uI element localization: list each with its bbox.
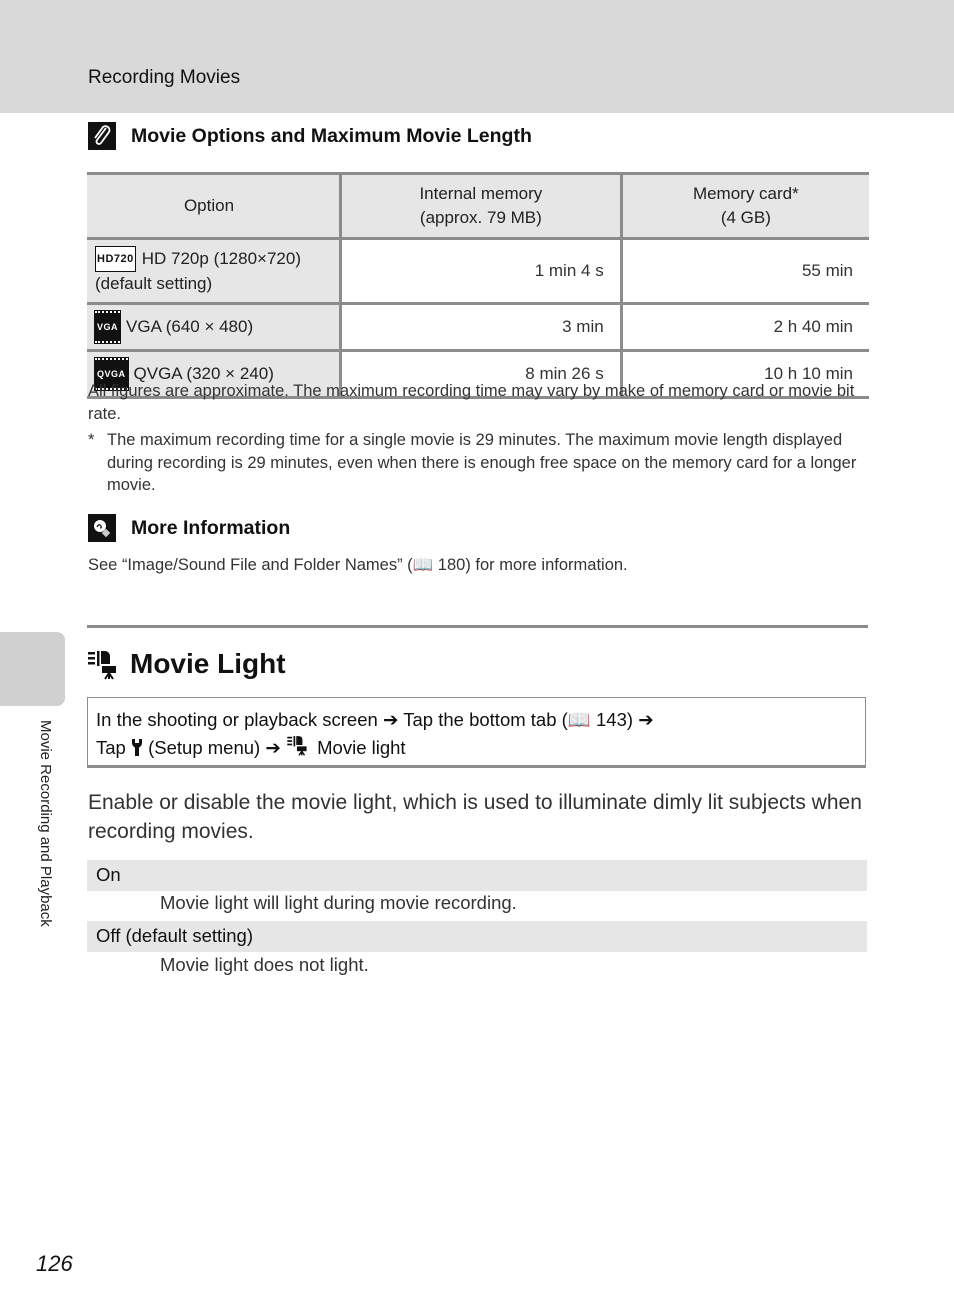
internal-memory-cell: 1 min 4 s [339,237,622,305]
section-title-text: Movie Light [130,648,286,679]
option-desc-on: Movie light will light during movie reco… [160,892,517,913]
movie-options-table: Option Internal memory (approx. 79 MB) M… [87,172,869,399]
header-internal-memory: Internal memory (approx. 79 MB) [339,172,622,240]
memory-card-cell: 2 h 40 min [619,302,869,352]
arrow-right-icon: ➔ [382,709,399,730]
menu-path-line-2: Tap (Setup menu) ➔ Movie light [96,736,406,758]
lightbulb-info-icon [88,514,116,542]
section-title: Movie Light [88,648,286,680]
header-band: Recording Movies [0,0,954,113]
footnote-star: * The maximum recording time for a singl… [88,431,857,494]
option-desc-off: Movie light does not light. [160,954,369,975]
header-memory-card: Memory card* (4 GB) [619,172,869,240]
header-option: Option [87,172,341,240]
arrow-right-icon: ➔ [638,709,654,730]
memory-card-cell: 55 min [619,237,869,305]
chapter-side-tab [0,632,65,706]
vga-film-icon: VGA [93,310,122,344]
page-reference-link[interactable]: 143 [596,709,627,730]
asterisk-mark: * [88,431,95,449]
table-header-row: Option Internal memory (approx. 79 MB) M… [87,172,869,240]
more-info-heading: More Information [88,514,290,542]
note-heading: Movie Options and Maximum Movie Length [88,122,532,150]
option-label-off: Off (default setting) [87,921,867,952]
arrow-right-icon: ➔ [265,737,281,758]
section-intro: Enable or disable the movie light, which… [88,791,862,843]
menu-path-line-1: In the shooting or playback screen ➔ Tap… [96,709,654,730]
wrench-setup-icon [131,737,148,758]
section-divider [87,625,868,628]
table-row: VGA VGA (640 × 480) 3 min 2 h 40 min [87,302,869,352]
page-reference-link[interactable]: 180 [438,556,466,574]
paperclip-note-icon [88,122,116,150]
page-number: 126 [36,1251,73,1276]
menu-path-box: In the shooting or playback screen ➔ Tap… [87,697,866,768]
movie-light-icon [286,736,317,758]
book-ref-icon: 📖 [567,709,591,730]
book-ref-icon: 📖 [412,556,434,574]
option-cell: VGA VGA (640 × 480) [87,302,341,352]
footnote-general: All figures are approximate. The maximum… [88,382,855,423]
movie-light-icon [88,648,122,680]
more-info-title: More Information [131,516,291,539]
table-row: HD720 HD 720p (1280×720) (default setting… [87,237,869,305]
note-title: Movie Options and Maximum Movie Length [131,124,532,147]
hd-720-icon: HD720 [95,246,136,272]
internal-memory-cell: 3 min [339,302,622,352]
option-cell: HD720 HD 720p (1280×720) (default setting… [87,237,341,305]
chapter-header-title: Recording Movies [88,67,241,88]
chapter-side-label: Movie Recording and Playback [37,720,54,927]
more-info-text: See “Image/Sound File and Folder Names” … [88,556,628,574]
option-label-on: On [87,860,867,891]
